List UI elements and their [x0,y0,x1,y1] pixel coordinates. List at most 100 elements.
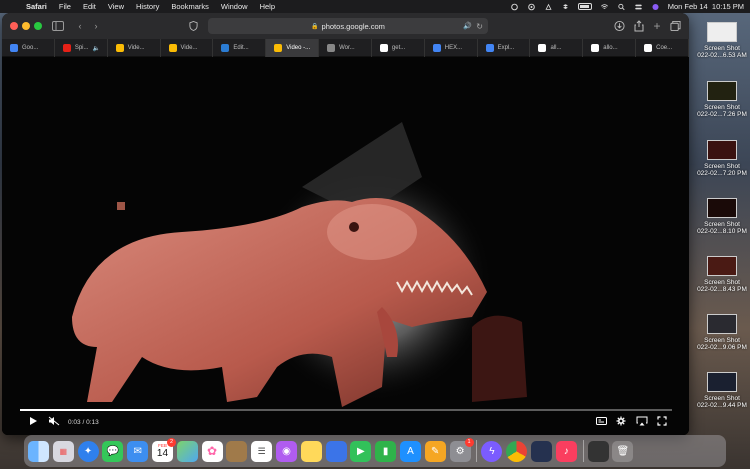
ring-status-icon[interactable] [527,3,536,11]
reload-icon[interactable]: ↻ [476,22,483,31]
video-player[interactable]: 0:03 / 0:13 [2,57,689,435]
facetime-icon[interactable]: ▶ [350,440,372,462]
menu-edit[interactable]: Edit [83,2,96,11]
system-preferences-icon[interactable]: ⚙ 1 [449,437,474,462]
tab-item[interactable]: HEX... [425,39,478,57]
desktop-file-screenshot[interactable]: Screen Shot 022-02...6.53 AM [694,22,750,59]
address-bar[interactable]: 🔒 photos.google.com 🔊 ↻ [208,18,488,34]
chrome-icon[interactable] [506,440,528,462]
google-drive-icon[interactable] [544,3,553,11]
video-controls: 0:03 / 0:13 [2,403,689,435]
privacy-shield-icon[interactable] [189,19,198,33]
settings-gear-icon[interactable] [616,416,626,426]
fullscreen-icon[interactable] [657,416,667,426]
music-icon[interactable]: ♪ [555,440,577,462]
desktop-file-screenshot[interactable]: Screen Shot 022-02...7.26 PM [694,81,750,118]
tab-item[interactable]: Edit... [213,39,267,57]
desktop-file-screenshot[interactable]: Screen Shot 022-02...9.44 PM [694,372,750,409]
menu-bookmarks[interactable]: Bookmarks [171,2,209,11]
desktop-file-screenshot[interactable]: Screen Shot 022-02...7.20 PM [694,140,750,177]
captions-icon[interactable] [596,417,607,425]
tab-item[interactable]: allo... [583,39,637,57]
video-progress-bar[interactable] [20,409,672,411]
tab-label: Vide... [180,45,198,51]
photos-icon[interactable]: ✿ [201,440,223,462]
appstore-icon[interactable]: A [399,440,421,462]
dropbox-icon[interactable] [561,3,570,11]
tab-item[interactable]: Vide... [161,39,214,57]
wifi-icon[interactable] [600,3,609,11]
menu-window[interactable]: Window [221,2,248,11]
desktop-file-screenshot[interactable]: Screen Shot 022-02...8.43 PM [694,256,750,293]
play-icon[interactable] [28,416,38,426]
menu-history[interactable]: History [136,2,159,11]
keynote-icon[interactable] [325,440,347,462]
contacts-icon[interactable] [226,440,248,462]
tab-bar: Goo... Spi... 🔈 Vide... Vide... Edit... V… [2,39,689,57]
tab-favicon-icon [644,44,653,52]
tab-muted-speaker-icon[interactable]: 🔈 [93,45,100,52]
notes-icon[interactable] [300,440,322,462]
menu-clock[interactable]: Mon Feb 14 10:15 PM [668,2,744,11]
maps-icon[interactable] [176,440,198,462]
tab-item[interactable]: Vide... [108,39,161,57]
pages-icon[interactable]: ✎ [424,440,446,462]
messenger-icon[interactable]: ϟ [481,440,503,462]
share-icon[interactable] [634,19,644,33]
forward-icon[interactable]: › [92,19,100,33]
safari-icon[interactable]: ✦ [77,440,99,462]
tab-label: Video -... [286,45,311,51]
screenshot-thumbnail [707,81,737,101]
davinci-icon[interactable] [530,440,552,462]
messages-icon[interactable]: 💬 [102,440,124,462]
file-name-line1: Screen Shot [704,104,740,111]
battery-icon[interactable] [577,3,592,10]
back-icon[interactable]: ‹ [76,19,84,33]
podcasts-icon[interactable]: ◉ [275,440,297,462]
tab-item[interactable]: get... [372,39,425,57]
muted-volume-icon[interactable] [48,416,60,426]
numbers-icon[interactable]: ▮ [375,440,397,462]
menu-help[interactable]: Help [260,2,275,11]
menu-app-name[interactable]: Safari [26,2,47,11]
trash-icon[interactable]: 🗑 [612,440,634,462]
downloads-icon[interactable] [614,19,625,33]
menu-view[interactable]: View [108,2,124,11]
tab-item[interactable]: Wor... [319,39,372,57]
zoom-window-button[interactable] [34,22,42,30]
screenshot-thumbnail [707,256,737,276]
tab-label: Coe... [656,45,673,51]
close-window-button[interactable] [10,22,18,30]
tab-item[interactable]: Spi... 🔈 [55,39,108,57]
circle-status-icon[interactable] [510,3,519,11]
mail-icon[interactable]: ✉ [127,440,149,462]
recent-document-icon[interactable] [587,440,609,462]
video-time: 0:03 / 0:13 [68,419,99,426]
airplay-icon[interactable] [636,416,648,426]
audio-playing-icon[interactable]: 🔊 [463,22,472,30]
tab-item[interactable]: all... [530,39,584,57]
tab-label: Expl... [497,45,515,51]
finder-icon[interactable] [28,440,49,462]
screenshot-thumbnail [707,314,737,334]
tab-favicon-icon [485,44,494,52]
sidebar-icon[interactable] [52,19,64,33]
spotlight-search-icon[interactable] [617,3,626,11]
desktop-file-screenshot[interactable]: Screen Shot 022-02...9.06 PM [694,314,750,351]
tab-item[interactable]: Coe... [636,39,689,57]
menu-file[interactable]: File [59,2,71,11]
desktop-file-screenshot[interactable]: Screen Shot 022-02...8.10 PM [694,198,750,235]
tab-item[interactable]: Goo... [2,39,55,57]
file-name-line2: 022-02...9.44 PM [697,402,747,409]
tab-item-active[interactable]: Video -... [266,39,320,57]
tab-item[interactable]: Expl... [478,39,531,57]
siri-icon[interactable] [651,3,660,11]
video-progress-fill [20,409,170,411]
minimize-window-button[interactable] [22,22,30,30]
new-tab-icon[interactable]: + [652,19,662,33]
control-center-icon[interactable] [634,3,643,11]
calendar-icon[interactable]: FEB 14 2 [151,437,176,462]
tab-overview-icon[interactable] [670,19,681,33]
launchpad-icon[interactable]: ▦ [52,440,74,462]
reminders-icon[interactable]: ☰ [251,440,273,462]
